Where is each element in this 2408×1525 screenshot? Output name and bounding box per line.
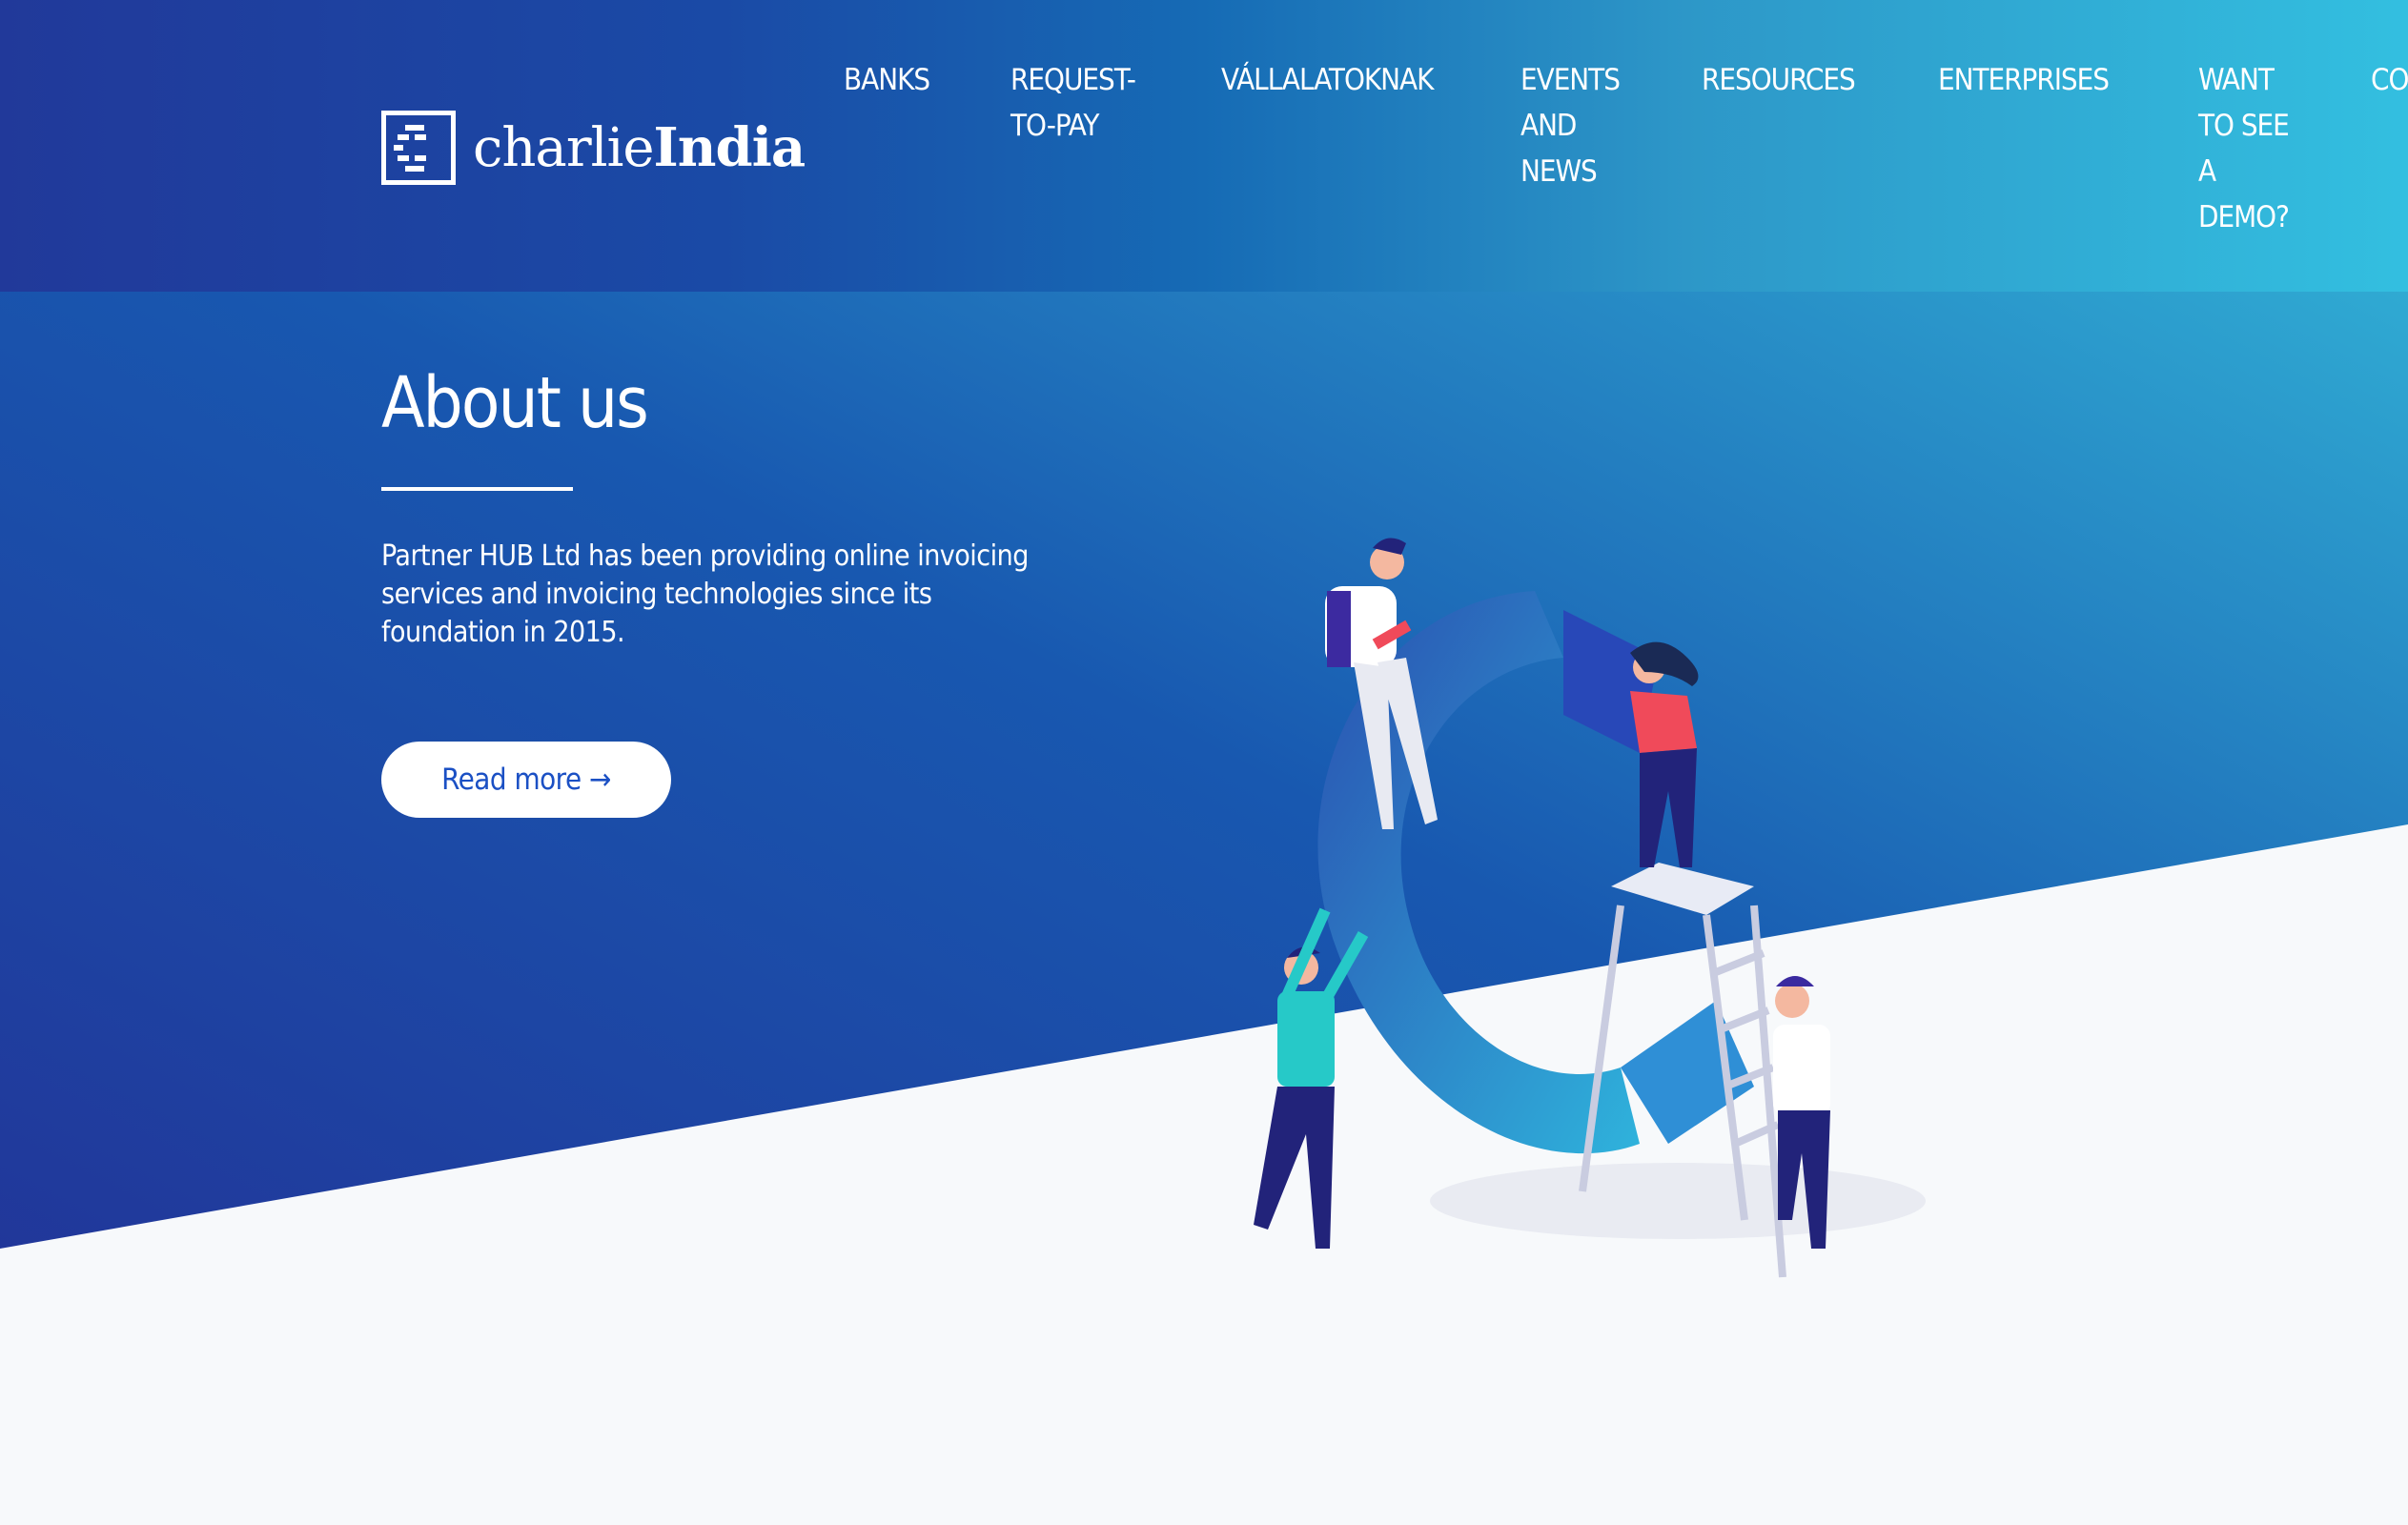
nav-resources[interactable]: RESOURCES (1702, 57, 1856, 103)
nav-contact[interactable]: CO (2371, 57, 2408, 103)
site-header: charlieIndia BANKS REQUEST- TO-PAY VÁLLA… (0, 0, 2408, 292)
brand-name-bold: India (653, 116, 806, 179)
about-description: Partner HUB Ltd has been providing onlin… (381, 539, 1029, 649)
nav-vallalatoknak[interactable]: VÁLLALATOKNAK (1221, 57, 1434, 103)
read-more-button[interactable]: Read more → (381, 742, 671, 818)
nav-want-to-see-a-demo[interactable]: WANT TO SEE A DEMO? (2198, 57, 2290, 240)
nav-banks[interactable]: BANKS (844, 57, 930, 103)
page-title: About us (381, 362, 649, 444)
brand-name: charlieIndia (473, 116, 806, 179)
bracket-c-icon (381, 111, 456, 185)
logo[interactable]: charlieIndia (381, 111, 806, 185)
team-building-c-illustration (1254, 538, 1926, 1278)
title-underline (381, 487, 573, 491)
nav-request-to-pay[interactable]: REQUEST- TO-PAY (1010, 57, 1136, 149)
brand-name-light: charlie (473, 117, 655, 179)
nav-enterprises[interactable]: ENTERPRISES (1938, 57, 2110, 103)
nav-events-and-news[interactable]: EVENTS AND NEWS (1520, 57, 1621, 194)
